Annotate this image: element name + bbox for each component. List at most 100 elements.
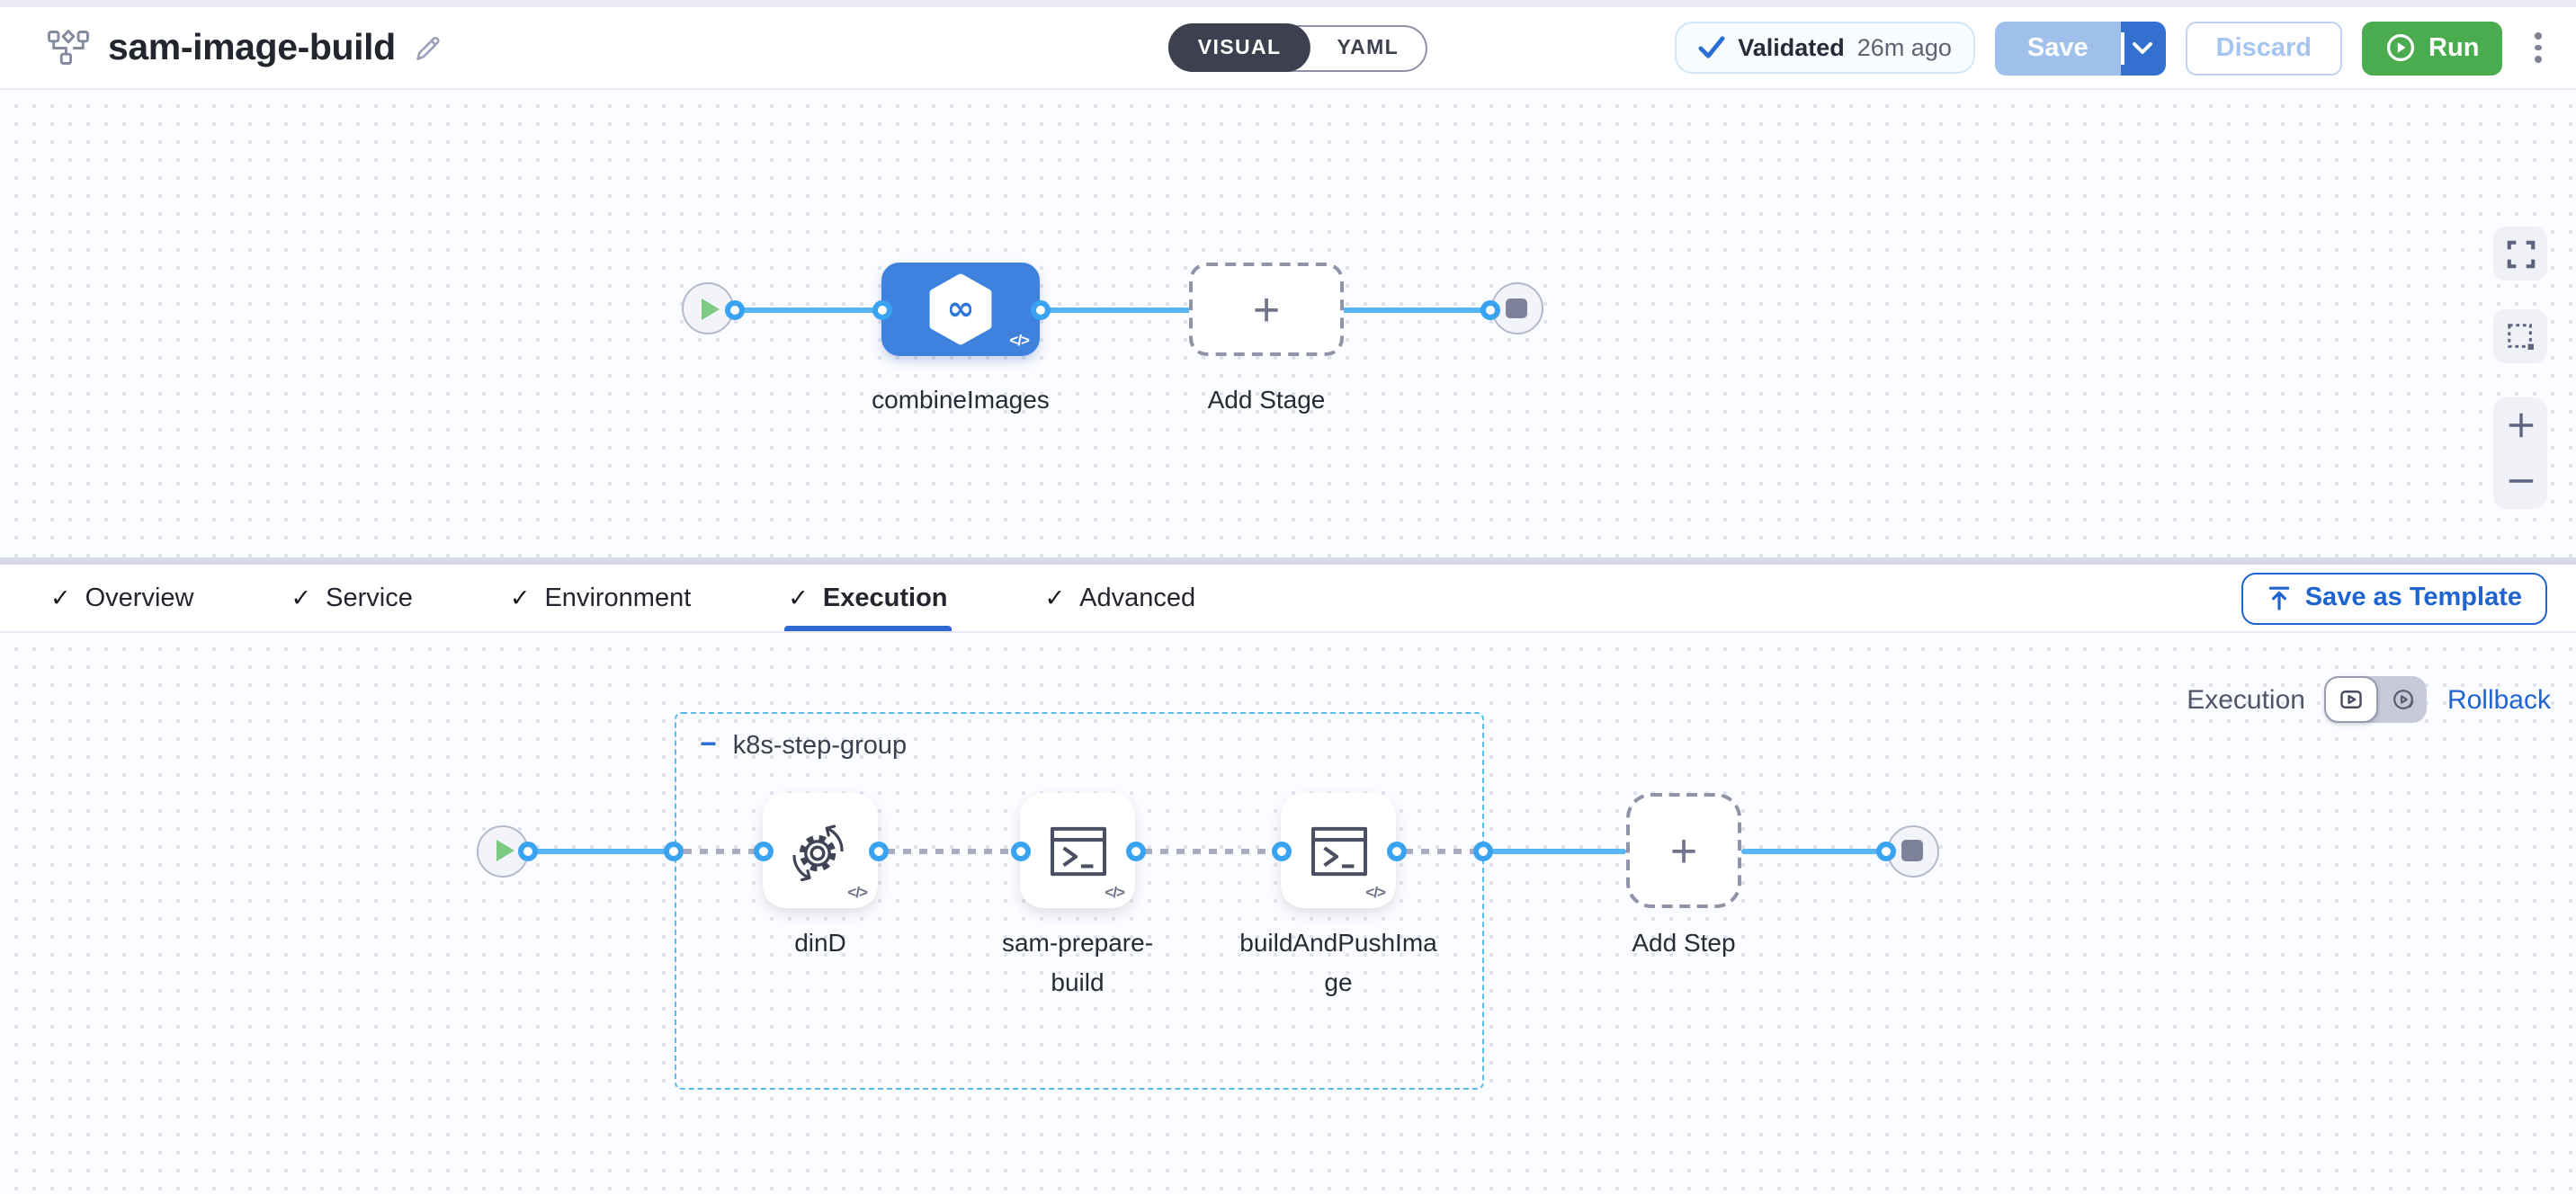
add-stage-button[interactable]: + <box>1189 263 1344 356</box>
pipeline-title-group: sam-image-build <box>47 26 443 69</box>
check-icon: ✓ <box>788 584 809 612</box>
step-label: dinD <box>720 924 921 963</box>
execution-rollback-toggle[interactable] <box>2325 676 2428 723</box>
add-step-button[interactable]: + <box>1626 793 1741 908</box>
connector-ring <box>872 299 891 319</box>
dashed-connector <box>887 848 1020 853</box>
dashed-connector <box>684 848 763 853</box>
start-play-icon <box>496 840 514 861</box>
zoom-out-button[interactable] <box>2505 466 2536 496</box>
code-badge-icon: </> <box>1365 883 1385 901</box>
stage-label: combineImages <box>831 381 1090 420</box>
tab-label: Overview <box>85 584 194 612</box>
connector-line <box>1491 848 1626 853</box>
connector-ring <box>1386 841 1406 860</box>
zoom-controls <box>2493 397 2547 509</box>
zoom-in-button[interactable] <box>2505 410 2536 441</box>
add-step-label: Add Step <box>1583 924 1784 963</box>
upload-icon <box>2267 585 2293 610</box>
edit-pencil-icon[interactable] <box>414 33 443 62</box>
pipeline-header: sam-image-build VISUAL YAML Validated 26… <box>0 7 2576 90</box>
save-split-button: Save <box>1995 21 2166 75</box>
fullscreen-button[interactable] <box>2493 227 2547 281</box>
window-top-edge <box>0 0 2576 7</box>
code-badge-icon: </> <box>847 883 867 901</box>
code-badge-icon: </> <box>1105 883 1124 901</box>
visual-toggle[interactable]: VISUAL <box>1169 23 1310 72</box>
stop-square-icon <box>1507 298 1527 319</box>
check-icon: ✓ <box>291 584 312 612</box>
stage-graph-canvas[interactable]: ∞ </> + combineImages Add Stage <box>0 90 2576 557</box>
connector-ring <box>1473 841 1493 860</box>
step-node-sam-prepare-build[interactable]: </> <box>1020 793 1135 908</box>
tab-label: Execution <box>823 584 948 612</box>
execution-graph-canvas[interactable]: Execution Rollback − k8s-step-group <box>0 633 2576 1194</box>
header-actions: Validated 26m ago Save Discard Run <box>1675 21 2551 75</box>
stop-square-icon <box>1902 841 1923 861</box>
step-node-buildandpushimage[interactable]: </> <box>1281 793 1396 908</box>
connector-line <box>734 307 885 312</box>
validated-badge[interactable]: Validated 26m ago <box>1675 22 1975 74</box>
connector-ring <box>664 841 684 860</box>
execution-mode-switch: Execution Rollback <box>2187 676 2551 723</box>
step-label: buildAndPushImage <box>1238 924 1439 1002</box>
save-button[interactable]: Save <box>1995 21 2121 75</box>
validated-time: 26m ago <box>1857 34 1952 61</box>
discard-button[interactable]: Discard <box>2186 21 2342 75</box>
save-as-template-button[interactable]: Save as Template <box>2242 572 2547 624</box>
multi-select-marquee-button[interactable] <box>2493 309 2547 363</box>
rollback-mode-icon[interactable] <box>2379 676 2428 723</box>
connector-ring <box>1876 841 1896 860</box>
check-icon: ✓ <box>1045 584 1066 612</box>
tab-service[interactable]: ✓ Service <box>291 565 413 631</box>
connector-ring <box>1480 299 1500 319</box>
run-label: Run <box>2428 33 2479 62</box>
execution-mode-icon[interactable] <box>2325 676 2379 723</box>
collapse-minus-icon[interactable]: − <box>700 732 717 761</box>
save-dropdown-chevron-icon[interactable] <box>2121 21 2166 75</box>
tab-environment[interactable]: ✓ Environment <box>510 565 691 631</box>
ci-stage-hexagon-icon: ∞ <box>926 273 995 345</box>
connector-ring <box>1125 841 1145 860</box>
stage-node-combineimages[interactable]: ∞ </> <box>881 263 1040 356</box>
tab-advanced[interactable]: ✓ Advanced <box>1045 565 1196 631</box>
run-play-icon <box>2385 32 2416 63</box>
step-group-label: k8s-step-group <box>733 732 907 761</box>
yaml-toggle[interactable]: YAML <box>1310 26 1426 69</box>
plus-icon: + <box>1253 286 1280 333</box>
save-divider <box>2121 31 2124 64</box>
connector-ring <box>725 299 745 319</box>
step-label: sam-prepare-build <box>977 924 1178 1002</box>
connector-line <box>1340 307 1495 312</box>
dashed-connector <box>1405 848 1484 853</box>
check-icon: ✓ <box>510 584 531 612</box>
connector-ring <box>1271 841 1291 860</box>
tab-label: Environment <box>544 584 691 612</box>
code-badge-icon: </> <box>1009 331 1029 349</box>
dashed-connector <box>1144 848 1281 853</box>
connector-line <box>1741 848 1887 853</box>
step-node-dind[interactable]: </> <box>763 793 878 908</box>
add-stage-label: Add Stage <box>1189 381 1344 420</box>
rollback-link[interactable]: Rollback <box>2447 684 2551 715</box>
tab-label: Advanced <box>1079 584 1195 612</box>
tab-overview[interactable]: ✓ Overview <box>50 565 194 631</box>
background-step-gear-icon <box>790 820 851 881</box>
validated-label: Validated <box>1738 34 1845 61</box>
more-options-kebab-icon[interactable] <box>2526 25 2551 70</box>
connector-ring <box>868 841 888 860</box>
stage-config-tabs: ✓ Overview ✓ Service ✓ Environment ✓ Exe… <box>0 557 2576 633</box>
validated-check-icon <box>1698 36 1725 59</box>
run-step-terminal-icon <box>1048 824 1107 877</box>
connector-ring <box>1030 299 1050 319</box>
view-mode-toggle: VISUAL YAML <box>1170 24 1427 71</box>
svg-text:∞: ∞ <box>946 288 974 327</box>
connector-ring <box>518 841 538 860</box>
pipeline-studio-window: sam-image-build VISUAL YAML Validated 26… <box>0 0 2576 1194</box>
start-play-icon <box>702 298 720 319</box>
tab-execution[interactable]: ✓ Execution <box>788 565 947 631</box>
step-group-header: − k8s-step-group <box>700 732 907 761</box>
run-step-terminal-icon <box>1309 824 1368 877</box>
run-button[interactable]: Run <box>2362 21 2502 75</box>
connector-line <box>527 848 676 853</box>
